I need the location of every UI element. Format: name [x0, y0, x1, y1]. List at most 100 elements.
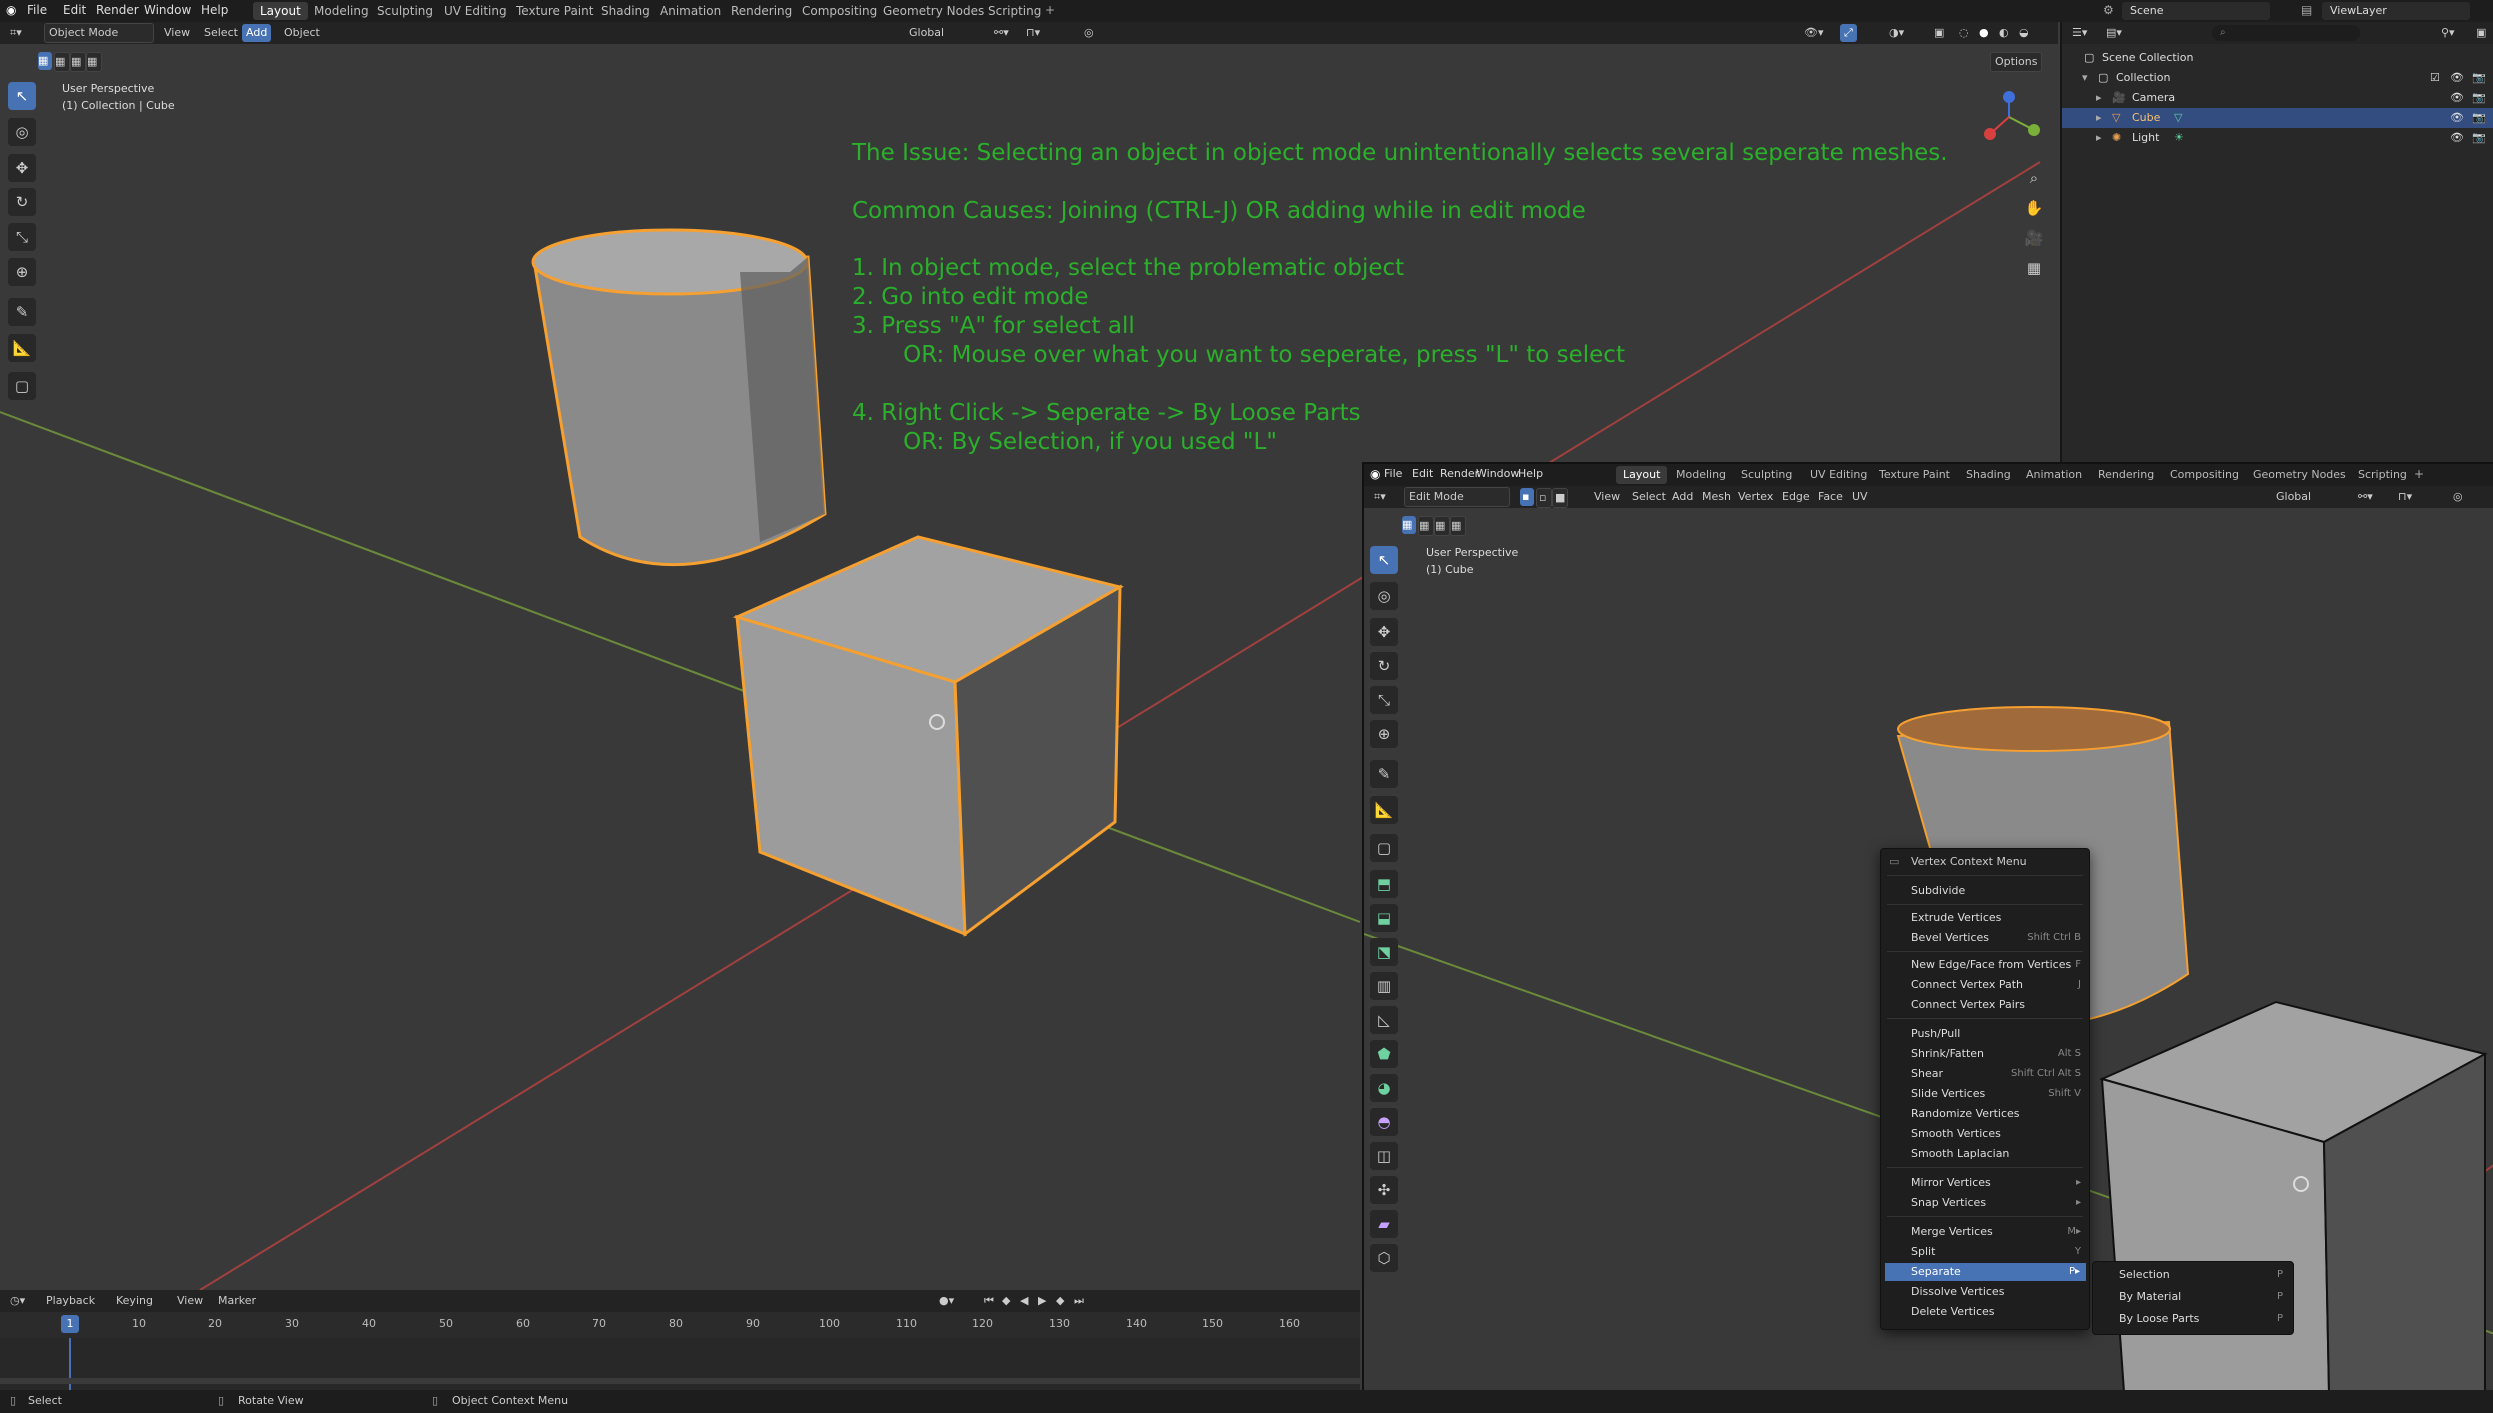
- move-tool-icon[interactable]: ✥: [8, 154, 36, 182]
- edit-tab-sculpting[interactable]: Sculpting: [1734, 466, 1799, 484]
- edit-move-tool-icon[interactable]: ✥: [1370, 618, 1398, 646]
- edit-tab-modeling[interactable]: Modeling: [1669, 466, 1733, 484]
- overlay-toggle-icon[interactable]: ◑▾: [1885, 24, 1908, 42]
- tab-sculpting[interactable]: Sculpting: [370, 2, 440, 20]
- vertex-select-icon[interactable]: ▪: [1520, 488, 1534, 506]
- tab-layout[interactable]: Layout: [253, 2, 308, 20]
- expand-cube-icon[interactable]: ▸: [2096, 108, 2102, 128]
- expand-light-icon[interactable]: ▸: [2096, 128, 2102, 148]
- edit-menu-render[interactable]: Render: [1440, 467, 1479, 480]
- edge-select-icon[interactable]: ▫: [1536, 488, 1552, 508]
- edit-pivot-icon[interactable]: ⚯▾: [2354, 488, 2377, 506]
- ctx-randomize-vertices[interactable]: Randomize Vertices: [1911, 1105, 2087, 1123]
- edit-menu-vertex[interactable]: Vertex: [1734, 488, 1777, 506]
- edit-transform-tool-icon[interactable]: ⊕: [1370, 720, 1398, 748]
- outliner-row-collection[interactable]: ▾ ▢ Collection ☑ 👁 📷: [2062, 68, 2493, 88]
- tab-texture-paint[interactable]: Texture Paint: [509, 2, 600, 20]
- timeline-menu-marker[interactable]: Marker: [214, 1292, 260, 1310]
- mesh-data-icon[interactable]: ▽: [2174, 108, 2182, 128]
- edit-tab-uv-editing[interactable]: UV Editing: [1803, 466, 1874, 484]
- light-data-icon[interactable]: ☀: [2174, 128, 2184, 148]
- editor-type-icon[interactable]: ⌗▾: [6, 24, 26, 42]
- edit-transform-orientation[interactable]: Global: [2272, 488, 2350, 506]
- viewlayer-field[interactable]: ViewLayer: [2322, 2, 2470, 20]
- visibility-eye-icon[interactable]: 👁: [2450, 128, 2464, 148]
- measure-tool-icon[interactable]: 📐: [8, 334, 36, 362]
- tab-uv-editing[interactable]: UV Editing: [437, 2, 514, 20]
- timeline-editor-icon[interactable]: ◷▾: [6, 1292, 29, 1310]
- menu-file[interactable]: File: [27, 3, 47, 17]
- tab-modeling[interactable]: Modeling: [307, 2, 376, 20]
- outliner-search-input[interactable]: ⌕: [2212, 25, 2360, 41]
- tab-scripting[interactable]: Scripting: [981, 2, 1048, 20]
- render-camera-icon[interactable]: 📷: [2472, 68, 2486, 88]
- transform-orientation[interactable]: Global: [905, 24, 993, 42]
- scene-field[interactable]: Scene: [2122, 2, 2270, 20]
- play-icon[interactable]: ▶: [1034, 1292, 1050, 1310]
- ctx-connect-vertex-path[interactable]: Connect Vertex Path J: [1911, 976, 2087, 994]
- edit-menu-edit[interactable]: Edit: [1412, 467, 1433, 480]
- shear-tool-icon[interactable]: ▰: [1370, 1210, 1398, 1238]
- visibility-eye-icon[interactable]: 👁: [2450, 88, 2464, 108]
- shrink-fatten-tool-icon[interactable]: ✣: [1370, 1176, 1398, 1204]
- render-camera-icon[interactable]: 📷: [2472, 128, 2486, 148]
- shading-wireframe-icon[interactable]: ◌: [1955, 24, 1973, 42]
- edit-add-cube-tool-icon[interactable]: ▢: [1370, 834, 1398, 862]
- play-reverse-icon[interactable]: ◀: [1016, 1292, 1032, 1310]
- edit-menu-file[interactable]: File: [1384, 467, 1402, 480]
- outliner-row-light[interactable]: ▸ ✺ Light ☀ 👁 📷: [2062, 128, 2493, 148]
- menu-view[interactable]: View: [160, 24, 194, 42]
- visibility-eye-icon[interactable]: 👁: [2450, 68, 2464, 88]
- expand-collection-icon[interactable]: ▾: [2082, 68, 2088, 88]
- ctx-subdivide[interactable]: Subdivide: [1911, 882, 2087, 900]
- edit-select-invert-icon[interactable]: ▦: [1450, 516, 1466, 536]
- ortho-toggle-icon[interactable]: ▦: [2020, 254, 2048, 282]
- options-button[interactable]: Options: [1990, 52, 2043, 72]
- outliner-row-scene-collection[interactable]: ▢ Scene Collection: [2062, 48, 2493, 68]
- edit-scale-tool-icon[interactable]: ⤡: [1370, 686, 1398, 714]
- exclude-checkbox-icon[interactable]: ☑: [2430, 68, 2440, 88]
- transform-tool-icon[interactable]: ⊕: [8, 258, 36, 286]
- edit-menu-help[interactable]: Help: [1518, 467, 1543, 480]
- display-mode-icon[interactable]: ▤▾: [2102, 24, 2126, 42]
- edge-slide-tool-icon[interactable]: ◫: [1370, 1142, 1398, 1170]
- shading-rendered-icon[interactable]: ◒: [2015, 24, 2033, 42]
- edit-tab-scripting[interactable]: Scripting: [2351, 466, 2414, 484]
- ctx-smooth-vertices[interactable]: Smooth Vertices: [1911, 1125, 2087, 1143]
- edit-proportional-icon[interactable]: ◎: [2449, 488, 2467, 506]
- edit-select-new-icon[interactable]: ▦: [1402, 516, 1416, 534]
- ctx-split[interactable]: Split Y: [1911, 1243, 2087, 1261]
- edit-menu-face[interactable]: Face: [1814, 488, 1847, 506]
- annotate-tool-icon[interactable]: ✎: [8, 298, 36, 326]
- blender-logo-icon[interactable]: ◉: [6, 3, 16, 17]
- separate-by-material[interactable]: By Material P: [2119, 1287, 2289, 1307]
- jump-end-icon[interactable]: ⏭: [1070, 1292, 1088, 1310]
- scale-tool-icon[interactable]: ⤡: [8, 223, 36, 251]
- menu-object[interactable]: Object: [280, 24, 324, 42]
- timeline-menu-playback[interactable]: Playback: [42, 1292, 99, 1310]
- edit-editor-type-icon[interactable]: ⌗▾: [1370, 488, 1390, 506]
- separate-by-loose-parts[interactable]: By Loose Parts P: [2119, 1309, 2289, 1329]
- edit-snap-icon[interactable]: ⊓▾: [2394, 488, 2416, 506]
- edit-tab-shading[interactable]: Shading: [1959, 466, 2018, 484]
- edit-select-tool-icon[interactable]: ↖: [1370, 546, 1398, 574]
- timeline-ruler[interactable]: 1 10 20 30 40 50 60 70 80 90 100 110 120…: [0, 1312, 1360, 1338]
- edit-select-extend-icon[interactable]: ▦: [1418, 516, 1434, 536]
- outliner-editor-icon[interactable]: ☰▾: [2068, 24, 2091, 42]
- xray-icon[interactable]: ▣: [1930, 24, 1948, 42]
- edit-tab-animation[interactable]: Animation: [2019, 466, 2089, 484]
- render-camera-icon[interactable]: 📷: [2472, 88, 2486, 108]
- tab-animation[interactable]: Animation: [653, 2, 728, 20]
- tab-compositing[interactable]: Compositing: [795, 2, 884, 20]
- new-collection-icon[interactable]: ▣: [2472, 24, 2490, 42]
- ctx-extrude-vertices[interactable]: Extrude Vertices: [1911, 909, 2087, 927]
- proportional-edit-icon[interactable]: ◎: [1080, 24, 1098, 42]
- ctx-merge-vertices[interactable]: Merge Vertices M▸: [1911, 1223, 2087, 1241]
- select-new-icon[interactable]: ▦: [38, 52, 52, 70]
- ctx-snap-vertices[interactable]: Snap Vertices ▸: [1911, 1194, 2087, 1212]
- edit-tab-compositing[interactable]: Compositing: [2163, 466, 2246, 484]
- mode-selector[interactable]: Object Mode: [44, 23, 154, 43]
- timeline-menu-view[interactable]: View: [173, 1292, 207, 1310]
- edit-tab-rendering[interactable]: Rendering: [2091, 466, 2161, 484]
- edit-select-subtract-icon[interactable]: ▦: [1434, 516, 1450, 536]
